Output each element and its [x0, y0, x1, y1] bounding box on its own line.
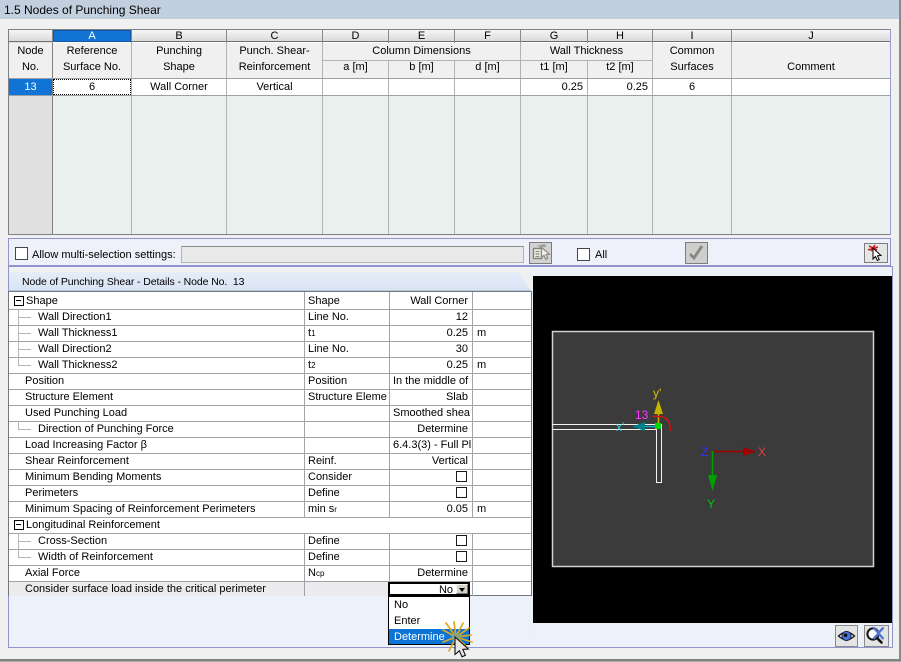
- svg-text:x': x': [616, 420, 624, 434]
- svg-text:y': y': [653, 386, 661, 400]
- svg-text:Z: Z: [701, 445, 708, 459]
- svg-text:X: X: [758, 445, 766, 459]
- svg-text:13: 13: [635, 408, 649, 422]
- svg-text:Y: Y: [707, 497, 715, 511]
